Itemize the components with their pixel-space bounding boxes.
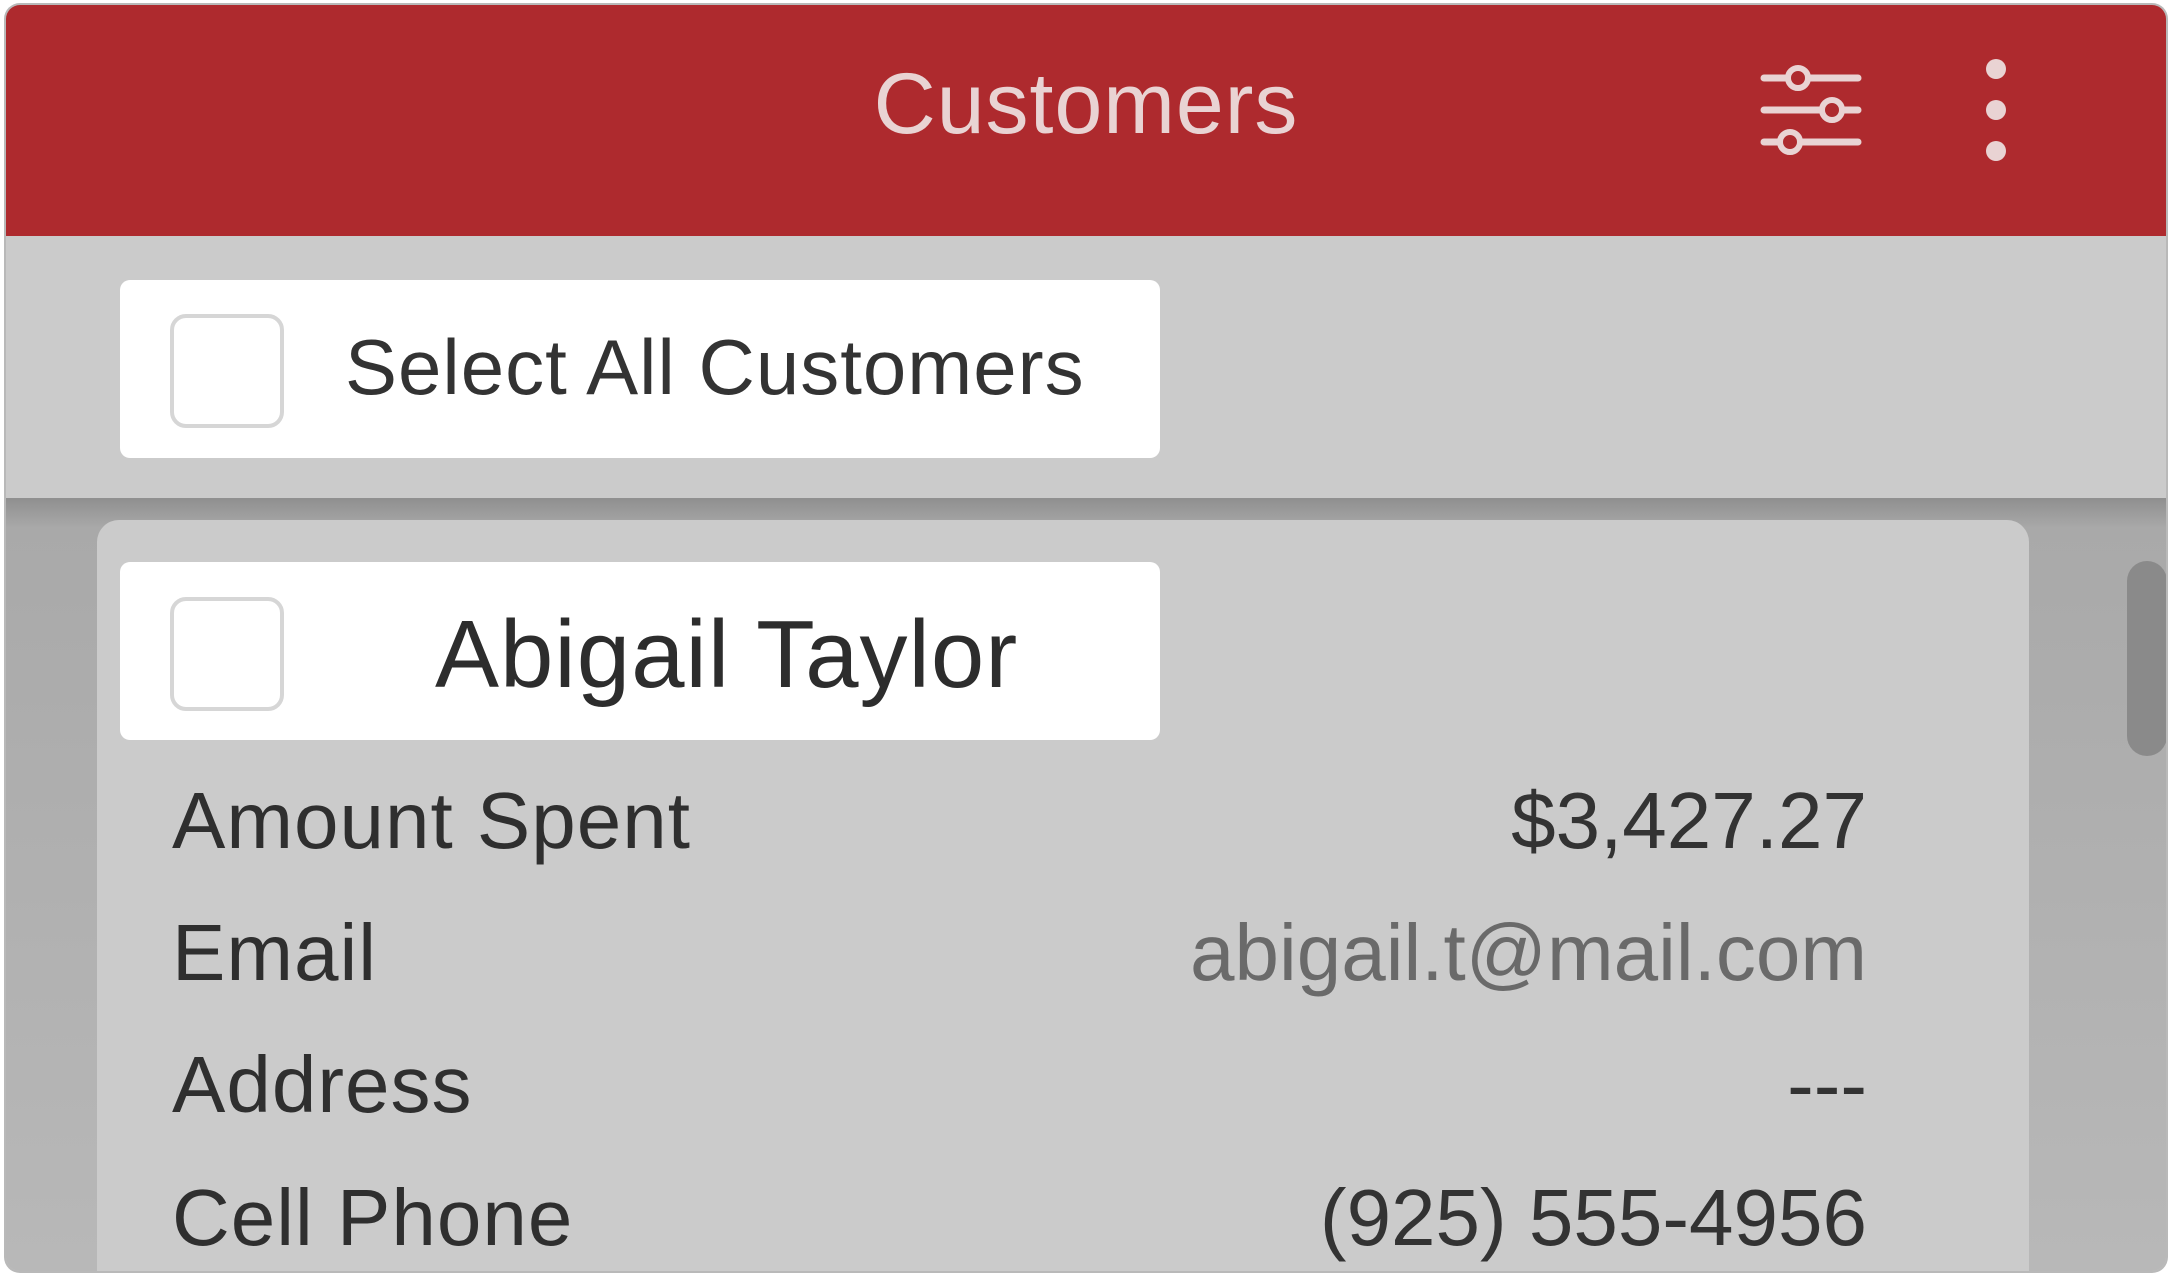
customer-checkbox[interactable] bbox=[170, 597, 284, 711]
customer-name-row[interactable]: Abigail Taylor bbox=[120, 562, 1160, 740]
field-row-email: Email abigail.t@mail.com bbox=[172, 907, 1867, 1007]
customer-list[interactable]: Abigail Taylor Amount Spent $3,427.27 Em… bbox=[6, 498, 2166, 1271]
app-window: Customers Select All Customers Abigail T… bbox=[6, 5, 2166, 1271]
customer-name: Abigail Taylor bbox=[435, 601, 1019, 708]
address-value: --- bbox=[1787, 1040, 1867, 1129]
cell-phone-value[interactable]: (925) 555-4956 bbox=[1320, 1172, 1867, 1264]
select-all-row[interactable]: Select All Customers bbox=[120, 280, 1160, 458]
app-header: Customers bbox=[6, 5, 2166, 236]
field-row-address: Address --- bbox=[172, 1039, 1867, 1139]
more-options-button[interactable] bbox=[1966, 55, 2026, 165]
customer-card[interactable]: Abigail Taylor Amount Spent $3,427.27 Em… bbox=[97, 520, 2029, 1271]
field-row-amount-spent: Amount Spent $3,427.27 bbox=[172, 775, 1867, 875]
field-row-cell-phone: Cell Phone (925) 555-4956 bbox=[172, 1172, 1867, 1271]
select-all-checkbox[interactable] bbox=[170, 314, 284, 428]
field-label: Email bbox=[172, 908, 378, 997]
more-vertical-icon bbox=[1986, 59, 2006, 161]
select-all-bar: Select All Customers bbox=[6, 236, 2166, 498]
scrollbar-thumb[interactable] bbox=[2127, 561, 2166, 756]
field-label: Cell Phone bbox=[172, 1173, 574, 1262]
email-value[interactable]: abigail.t@mail.com bbox=[1190, 907, 1867, 999]
field-label: Address bbox=[172, 1040, 473, 1129]
sliders-icon bbox=[1760, 65, 1862, 155]
amount-spent-value: $3,427.27 bbox=[1511, 776, 1867, 865]
select-all-label: Select All Customers bbox=[345, 323, 1085, 411]
field-label: Amount Spent bbox=[172, 776, 691, 865]
filter-button[interactable] bbox=[1756, 60, 1866, 160]
